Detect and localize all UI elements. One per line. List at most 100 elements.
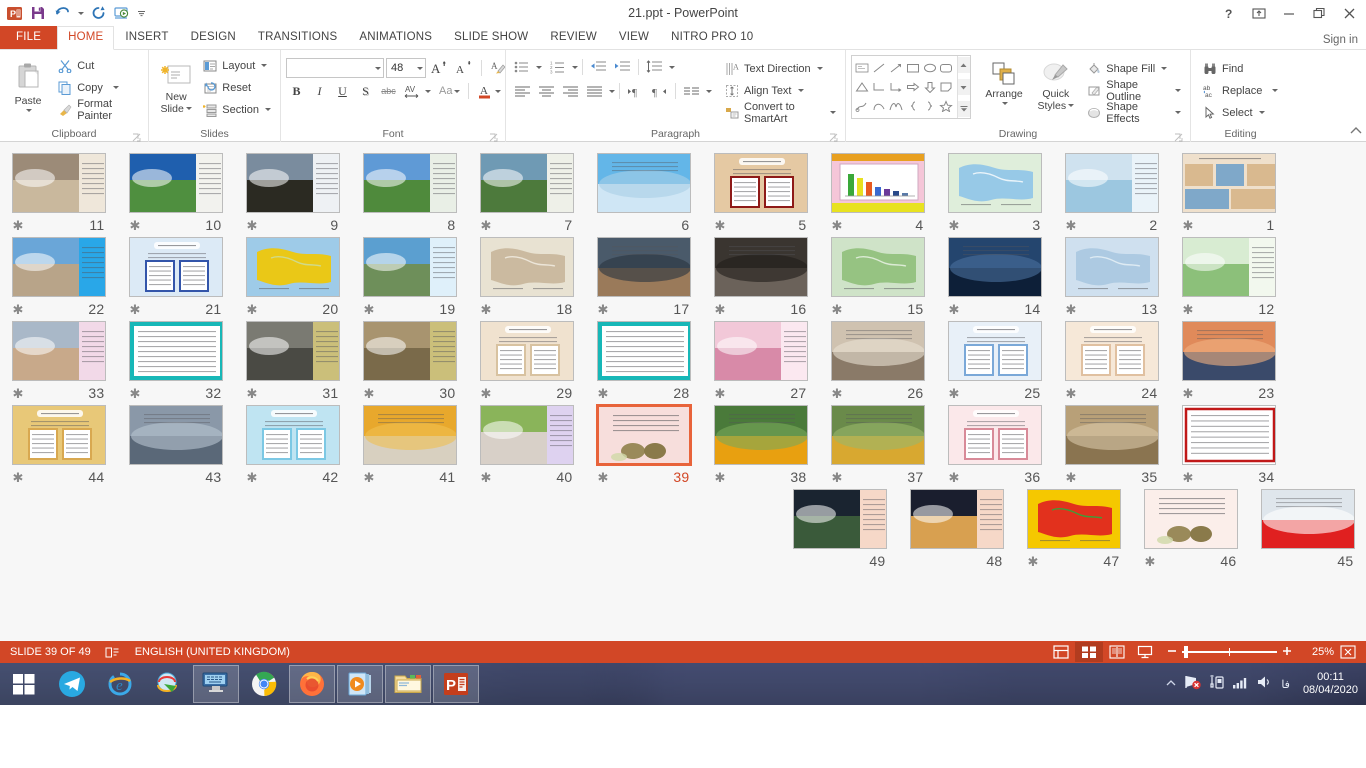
slide-thumbnail-44[interactable]: ✱44 [0,404,117,488]
decrease-font-size-button[interactable]: A [453,58,476,78]
tab-view[interactable]: VIEW [608,26,660,49]
slide-thumbnail-9[interactable]: ✱9 [234,152,351,236]
tab-review[interactable]: REVIEW [539,26,608,49]
reset-button[interactable]: Reset [200,77,275,98]
animation-star-icon[interactable]: ✱ [247,387,258,400]
tab-nitro-pro[interactable]: NITRO PRO 10 [660,26,764,49]
animation-star-icon[interactable]: ✱ [247,303,258,316]
replace-button[interactable]: abac Replace [1200,80,1282,101]
slide-thumbnail-13[interactable]: ✱13 [1053,236,1170,320]
reading-view-button[interactable] [1103,642,1131,662]
slide-preview-23[interactable] [1182,321,1276,381]
slide-thumbnail-41[interactable]: ✱41 [351,404,468,488]
shape-right-brace[interactable] [921,97,938,116]
tab-file[interactable]: FILE [0,26,57,49]
windows-start-icon[interactable] [0,663,48,705]
tab-animations[interactable]: ANIMATIONS [348,26,443,49]
animation-star-icon[interactable]: ✱ [1183,219,1194,232]
slide-preview-6[interactable] [597,153,691,213]
columns-button[interactable] [680,81,703,101]
animation-star-icon[interactable]: ✱ [130,387,141,400]
shape-arc[interactable] [888,97,905,116]
arrange-button[interactable]: Arrange [979,59,1030,105]
clipboard-dialog-launcher[interactable] [132,132,141,141]
animation-star-icon[interactable]: ✱ [1066,303,1077,316]
shape-elbow-connector[interactable] [871,77,888,96]
powerpoint-taskbar-icon[interactable]: P [433,665,479,703]
slide-thumbnail-14[interactable]: ✱14 [936,236,1053,320]
right-to-left-button[interactable]: ¶ [648,81,671,101]
slide-preview-48[interactable] [910,489,1004,549]
slide-preview-7[interactable] [480,153,574,213]
slide-thumbnail-39[interactable]: ✱39 [585,404,702,488]
shapes-more-button[interactable] [958,101,970,117]
language-indicator[interactable]: فا [1279,678,1292,691]
section-button[interactable]: Section [200,99,275,120]
tab-home[interactable]: HOME [57,26,114,50]
slide-thumbnail-18[interactable]: ✱18 [468,236,585,320]
slide-preview-30[interactable] [363,321,457,381]
numbering-dropdown-icon[interactable] [572,66,578,69]
internet-explorer-icon[interactable]: e [96,664,144,704]
slide-thumbnail-22[interactable]: ✱22 [0,236,117,320]
shapes-scroll-up-button[interactable] [958,57,970,73]
slide-preview-44[interactable] [12,405,106,465]
increase-font-size-button[interactable]: A [428,58,451,78]
help-icon[interactable]: ? [1214,1,1244,25]
slide-preview-25[interactable] [948,321,1042,381]
slide-thumbnail-5[interactable]: ✱5 [702,152,819,236]
slide-preview-5[interactable] [714,153,808,213]
slide-sorter-pane[interactable]: ✱11 ✱10 ✱9 ✱8 ✱7 ✱6 [0,142,1366,641]
animation-star-icon[interactable]: ✱ [715,303,726,316]
slide-show-button[interactable] [1131,642,1159,662]
undo-dropdown-icon[interactable] [74,2,86,24]
slide-thumbnail-2[interactable]: ✱2 [1053,152,1170,236]
file-explorer-icon[interactable] [385,665,431,703]
ribbon-display-options-icon[interactable] [1244,1,1274,25]
slide-thumbnail-32[interactable]: ✱32 [117,320,234,404]
slide-thumbnail-7[interactable]: ✱7 [468,152,585,236]
signal-strength-icon[interactable] [1232,675,1249,694]
start-from-beginning-icon[interactable] [110,2,134,24]
slide-preview-9[interactable] [246,153,340,213]
telegram-icon[interactable] [48,664,96,704]
new-slide-button[interactable]: NewSlide [154,62,198,115]
slide-thumbnail-31[interactable]: ✱31 [234,320,351,404]
animation-star-icon[interactable]: ✱ [1066,219,1077,232]
fit-slide-to-window-button[interactable] [1334,642,1362,662]
slide-preview-3[interactable] [948,153,1042,213]
tab-insert[interactable]: INSERT [114,26,179,49]
normal-view-button[interactable] [1047,642,1075,662]
bullets-dropdown-icon[interactable] [536,66,542,69]
text-direction-dropdown-icon[interactable] [817,67,823,70]
zoom-out-icon[interactable] [1167,646,1177,659]
restore-icon[interactable] [1304,1,1334,25]
change-case-dropdown-icon[interactable] [454,90,460,93]
animation-star-icon[interactable]: ✱ [481,387,492,400]
slide-thumbnail-17[interactable]: ✱17 [585,236,702,320]
slide-preview-36[interactable] [948,405,1042,465]
slide-thumbnail-29[interactable]: ✱29 [468,320,585,404]
animation-star-icon[interactable]: ✱ [1183,387,1194,400]
animation-star-icon[interactable]: ✱ [1183,303,1194,316]
line-spacing-button[interactable] [643,57,666,77]
align-text-button[interactable]: Align Text [722,80,840,101]
align-left-button[interactable] [511,81,534,101]
numbering-button[interactable]: 123 [547,57,569,77]
font-name-dropdown-icon[interactable] [375,67,381,70]
animation-star-icon[interactable]: ✱ [1145,555,1156,568]
slide-preview-34[interactable] [1182,405,1276,465]
quick-styles-button[interactable]: QuickStyles [1033,59,1078,112]
slide-thumbnail-35[interactable]: ✱35 [1053,404,1170,488]
format-painter-button[interactable]: Format Painter [55,99,143,120]
close-icon[interactable] [1334,1,1364,25]
left-to-right-button[interactable]: ¶ [624,81,647,101]
animation-star-icon[interactable]: ✱ [247,471,258,484]
slide-thumbnail-38[interactable]: ✱38 [702,404,819,488]
slide-preview-40[interactable] [480,405,574,465]
animation-star-icon[interactable]: ✱ [598,471,609,484]
smartart-dropdown-icon[interactable] [830,111,836,114]
bullets-button[interactable] [511,57,533,77]
font-dialog-launcher[interactable] [489,132,498,141]
language-label[interactable]: ENGLISH (UNITED KINGDOM) [135,646,290,658]
